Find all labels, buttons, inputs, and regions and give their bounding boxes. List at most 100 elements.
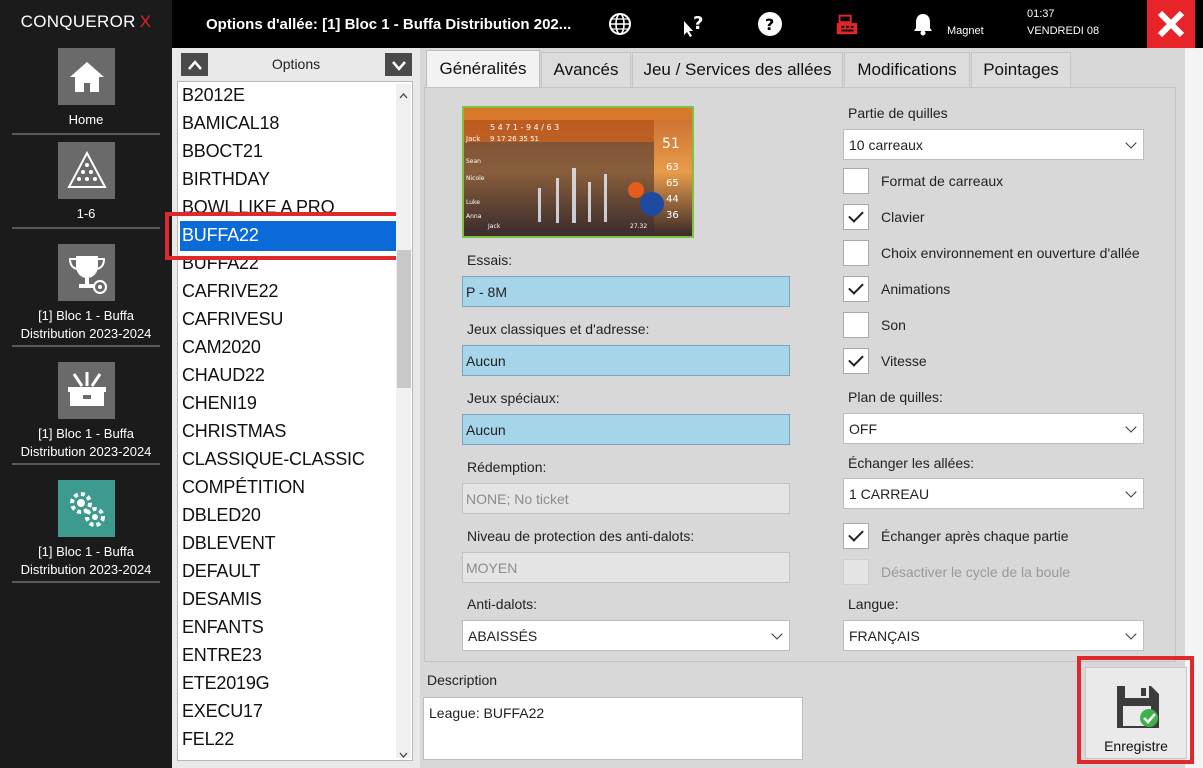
nav-home-button[interactable]: [58, 48, 115, 105]
cash-register-icon[interactable]: [834, 11, 860, 37]
essais-field[interactable]: P - 8M: [462, 276, 790, 307]
preview-row-score: 36: [666, 210, 679, 221]
description-textarea[interactable]: League: BUFFA22: [423, 697, 803, 760]
close-button[interactable]: [1147, 0, 1195, 48]
options-scrollbar[interactable]: [396, 84, 411, 758]
pins-icon: [66, 150, 107, 188]
list-item[interactable]: CHRISTMAS: [182, 421, 286, 442]
echanger-label: Échanger les allées:: [848, 455, 975, 471]
checkbox-choix-environnement[interactable]: [843, 240, 869, 266]
list-item[interactable]: BBOCT21: [182, 141, 263, 162]
checkbox-clavier[interactable]: [843, 204, 869, 230]
checkbox-desactiver-cycle: [843, 559, 869, 585]
nav-divider: [12, 133, 160, 135]
notification-bell-icon[interactable]: [910, 11, 936, 37]
tab-pointages[interactable]: Pointages: [971, 52, 1071, 87]
chevron-down-icon: [1125, 628, 1137, 640]
tab-jeu-services[interactable]: Jeu / Services des allées: [632, 52, 843, 87]
preview-avg: 27.32: [630, 223, 647, 230]
list-item[interactable]: CHAUD22: [182, 365, 265, 386]
partie-label: Partie de quilles: [848, 105, 948, 121]
list-item[interactable]: CAM2020: [182, 337, 261, 358]
preview-row-score: 65: [666, 178, 679, 189]
options-scrollbar-thumb[interactable]: [397, 250, 411, 388]
list-item[interactable]: BIRTHDAY: [182, 169, 270, 190]
chevron-up-icon: [187, 59, 202, 70]
chevron-down-icon: [1125, 486, 1137, 498]
list-item[interactable]: DBLED20: [182, 505, 261, 526]
trophy-gear-icon: [68, 255, 107, 294]
checkbox-label: Format de carreaux: [881, 173, 1004, 189]
checkmark-icon: [848, 279, 864, 295]
nav-league-button[interactable]: [58, 244, 115, 301]
jeux-speciaux-field[interactable]: Aucun: [462, 414, 790, 445]
preview-row-score: 63: [666, 162, 679, 173]
echanger-select[interactable]: 1 CARREAU: [843, 478, 1144, 509]
nav-divider: [12, 463, 160, 465]
window-title: Options d'allée: [1] Bloc 1 - Buffa Dist…: [206, 16, 572, 33]
options-scroll-down-button[interactable]: [385, 53, 412, 76]
plan-value: OFF: [849, 420, 877, 437]
partie-select[interactable]: 10 carreaux: [843, 129, 1144, 160]
nav-options-label: [1] Bloc 1 - Buffa Distribution 2023-202…: [20, 544, 152, 577]
description-label: Description: [427, 672, 498, 688]
nav-tools-label: [1] Bloc 1 - Buffa Distribution 2023-202…: [20, 426, 152, 459]
list-item[interactable]: CHENI19: [182, 393, 257, 414]
anti-dalots-select[interactable]: ABAISSÉS: [462, 620, 790, 651]
list-item[interactable]: CAFRIVESU: [182, 309, 283, 330]
list-item[interactable]: DEFAULT: [182, 561, 260, 582]
list-item[interactable]: COMPÉTITION: [182, 477, 305, 498]
svg-text:?: ?: [693, 13, 703, 34]
list-item[interactable]: ENTRE23: [182, 645, 262, 666]
list-item[interactable]: ETE2019G: [182, 673, 270, 694]
svg-text:?: ?: [765, 15, 774, 34]
checkbox-animations[interactable]: [843, 276, 869, 302]
checkbox-echanger-apres[interactable]: [843, 523, 869, 549]
help-icon[interactable]: ?: [757, 11, 783, 37]
checkbox-label: Choix environnement en ouverture d'allée: [881, 245, 1140, 261]
scroll-up-arrow-icon[interactable]: [399, 86, 408, 99]
tab-modifications[interactable]: Modifications: [844, 52, 970, 87]
list-item[interactable]: FEL22: [182, 729, 234, 750]
options-scroll-up-button[interactable]: [181, 53, 208, 76]
list-item[interactable]: EXECU17: [182, 701, 263, 722]
scroll-down-arrow-icon[interactable]: [399, 746, 408, 758]
list-item[interactable]: DBLEVENT: [182, 533, 276, 554]
nav-options-button[interactable]: [58, 480, 115, 537]
save-highlight-box: [1077, 656, 1194, 764]
tab-generalites[interactable]: Généralités: [426, 50, 540, 87]
nav-home-label: Home: [68, 112, 104, 127]
list-item[interactable]: BAMICAL18: [182, 113, 279, 134]
nav-tools-button[interactable]: [58, 362, 115, 419]
redemption-label: Rédemption:: [467, 459, 547, 475]
checkbox-format-carreaux[interactable]: [843, 168, 869, 194]
checkbox-son[interactable]: [843, 312, 869, 338]
nav-lanes-button[interactable]: [58, 142, 115, 199]
list-item[interactable]: DESAMIS: [182, 589, 262, 610]
globe-icon[interactable]: [607, 11, 633, 37]
redemption-field: NONE; No ticket: [462, 483, 790, 514]
jeux-classiques-field[interactable]: Aucun: [462, 345, 790, 376]
list-item[interactable]: CAFRIVE22: [182, 281, 278, 302]
close-icon: [1157, 10, 1185, 38]
checkbox-label: Son: [881, 317, 906, 333]
checkmark-icon: [848, 526, 864, 542]
preview-top-line: 5 4 7 1 - 9 4 / 6 3: [490, 123, 559, 132]
tab-avances[interactable]: Avancés: [541, 52, 631, 87]
checkmark-icon: [848, 207, 864, 223]
langue-select[interactable]: FRANÇAIS: [843, 620, 1144, 651]
list-item[interactable]: ENFANTS: [182, 617, 264, 638]
list-item[interactable]: B2012E: [182, 85, 245, 106]
checkbox-vitesse[interactable]: [843, 348, 869, 374]
clock-date: VENDREDI 08: [1027, 25, 1100, 37]
preview-row-name: Anna: [466, 213, 482, 220]
preview-row-name: Nicole: [466, 175, 485, 182]
nav-league-label: [1] Bloc 1 - Buffa Distribution 2023-202…: [20, 308, 152, 341]
gears-icon: [69, 491, 105, 527]
context-help-icon[interactable]: ?: [682, 11, 708, 37]
chevron-down-icon: [771, 628, 783, 640]
list-item[interactable]: CLASSIQUE-CLASSIC: [182, 449, 365, 470]
preview-row-name: Luke: [466, 199, 480, 206]
app-name: CONQUEROR: [20, 12, 136, 31]
plan-select[interactable]: OFF: [843, 413, 1144, 444]
